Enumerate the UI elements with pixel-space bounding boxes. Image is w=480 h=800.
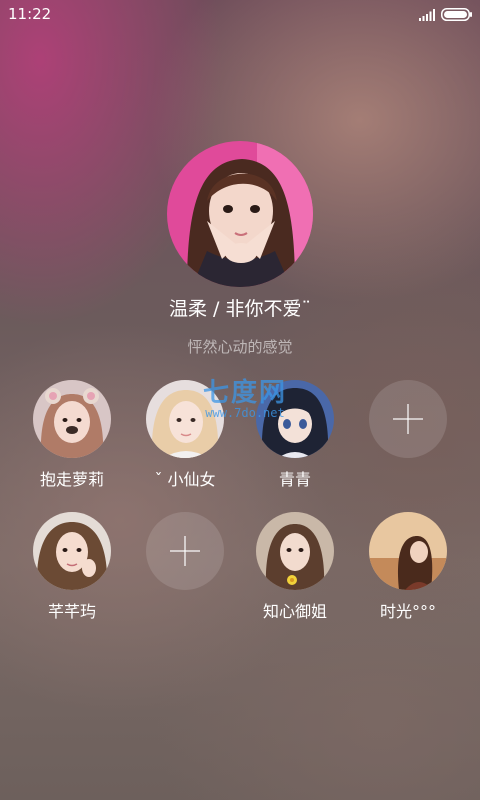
contact-label: 抱走萝莉 (39, 470, 104, 489)
contact-label: 知心御姐 (262, 602, 327, 621)
screen: 11:22 温柔 / 非你不爱¨ 怦然心动的感觉 抱走萝莉 ˇ 小仙女 青青 芊… (0, 0, 480, 800)
profile-name: 温柔 / 非你不爱¨ (169, 298, 311, 320)
contact-1[interactable]: 抱走萝莉 (12, 380, 132, 490)
contact-avatar (256, 512, 334, 590)
plus-icon (393, 404, 423, 434)
contact-3[interactable]: 青青 (235, 380, 355, 490)
contact-4[interactable]: 芊芊玙 (12, 512, 132, 622)
contact-avatar (256, 380, 334, 458)
contact-5[interactable]: 知心御姐 (235, 512, 355, 622)
contact-label: 青青 (278, 470, 311, 489)
profile-avatar[interactable] (167, 141, 313, 287)
signal-icon (419, 9, 435, 21)
status-time: 11:22 (8, 5, 52, 23)
contact-label: ˇ 小仙女 (154, 470, 216, 489)
battery-icon (441, 8, 472, 21)
contact-avatar (146, 380, 224, 458)
contact-label: 时光°°° (379, 602, 436, 621)
profile-avatar-image (167, 141, 313, 287)
add-contact-button-2[interactable] (125, 512, 245, 590)
contact-avatar (33, 380, 111, 458)
add-circle (146, 512, 224, 590)
status-bar: 11:22 (0, 0, 480, 30)
profile-tagline: 怦然心动的感觉 (187, 338, 293, 356)
contact-avatar (33, 512, 111, 590)
add-circle (369, 380, 447, 458)
plus-icon (170, 536, 200, 566)
contact-label: 芊芊玙 (47, 602, 96, 621)
add-contact-button-1[interactable] (348, 380, 468, 458)
contact-2[interactable]: ˇ 小仙女 (125, 380, 245, 490)
contact-avatar (369, 512, 447, 590)
contact-6[interactable]: 时光°°° (348, 512, 468, 622)
